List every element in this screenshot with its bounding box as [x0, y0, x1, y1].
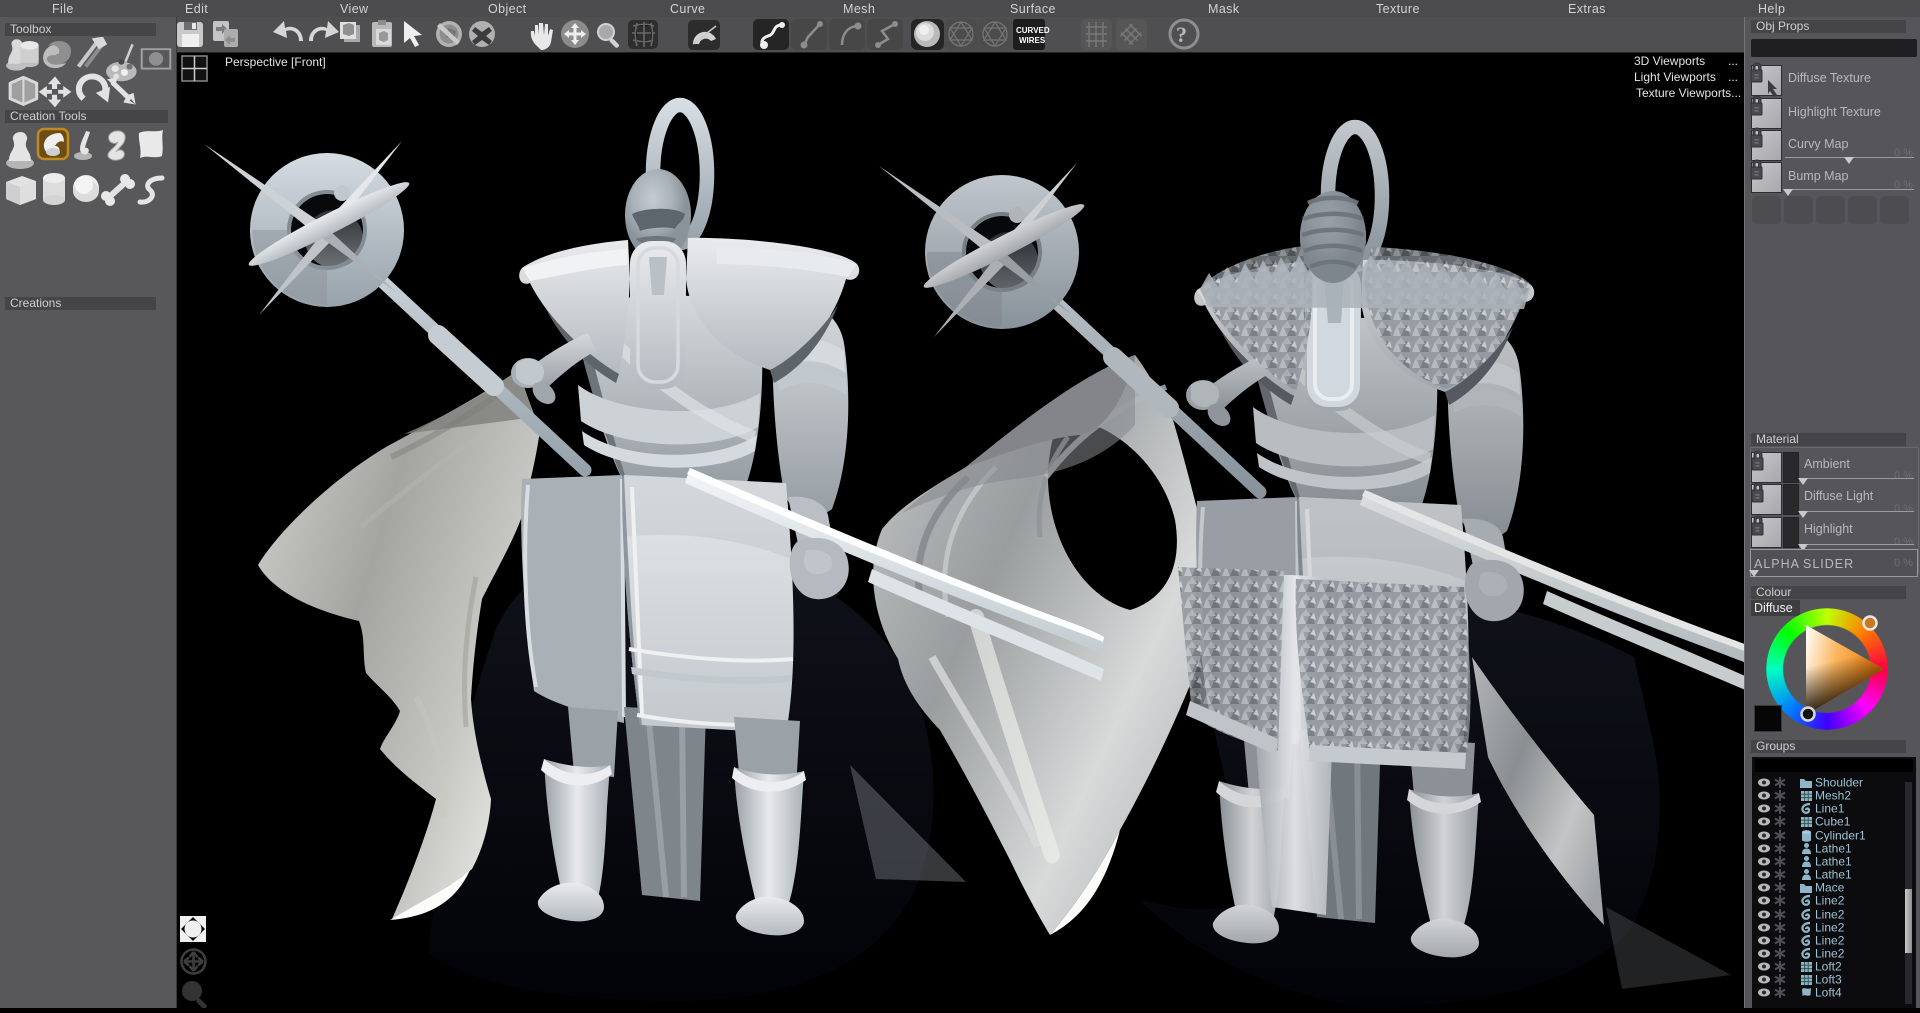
svg-text:Mace: Mace	[1815, 881, 1845, 894]
svg-text:Line1: Line1	[1815, 802, 1845, 815]
svg-text:3D Viewports: 3D Viewports	[1634, 54, 1705, 68]
svg-text:WIRES: WIRES	[1019, 36, 1046, 45]
svg-text:Line2: Line2	[1815, 934, 1845, 947]
svg-text:Mesh2: Mesh2	[1815, 789, 1851, 802]
svg-text:Line2: Line2	[1815, 921, 1845, 934]
svg-text:...: ...	[1728, 70, 1738, 84]
svg-text:Lathe1: Lathe1	[1815, 842, 1852, 855]
svg-text:...: ...	[1728, 54, 1738, 68]
svg-text:Texture Viewports...: Texture Viewports...	[1636, 86, 1741, 100]
svg-text:Lathe1: Lathe1	[1815, 868, 1852, 881]
svg-text:?: ?	[1176, 22, 1187, 47]
svg-text:Lathe1: Lathe1	[1815, 855, 1852, 868]
svg-text:Light Viewports: Light Viewports	[1634, 70, 1716, 84]
svg-text:Cylinder1: Cylinder1	[1815, 829, 1866, 842]
svg-text:Line2: Line2	[1815, 947, 1845, 960]
svg-text:Line2: Line2	[1815, 908, 1845, 921]
svg-text:Loft4: Loft4	[1815, 986, 1842, 999]
svg-text:Line2: Line2	[1815, 894, 1845, 907]
svg-text:Perspective [Front]: Perspective [Front]	[225, 55, 326, 69]
svg-text:CURVED: CURVED	[1016, 26, 1050, 35]
svg-text:Loft2: Loft2	[1815, 960, 1842, 973]
svg-text:Loft3: Loft3	[1815, 973, 1842, 986]
svg-text:Shoulder: Shoulder	[1815, 776, 1863, 789]
svg-text:Cube1: Cube1	[1815, 815, 1851, 828]
